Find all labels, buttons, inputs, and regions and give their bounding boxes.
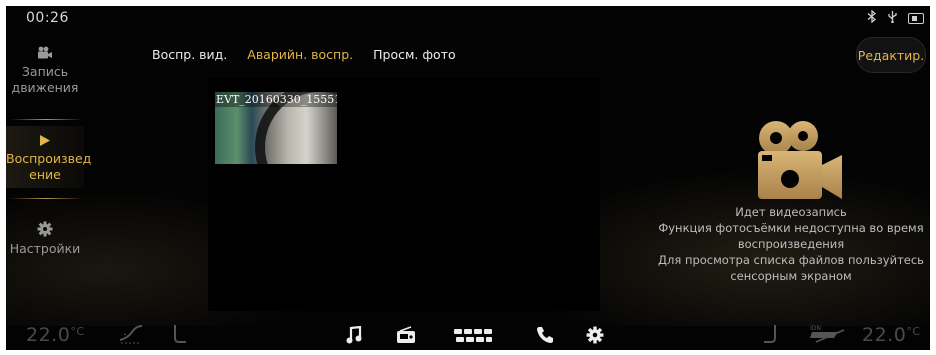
radio-icon[interactable] <box>396 326 416 348</box>
thumbnail-filename: EVT_20160330_155510 <box>215 92 337 107</box>
tab-emergency-playback[interactable]: Аварийн. воспр. <box>247 47 353 62</box>
recording-notice: Идет видеозапись Функция фотосъёмки недо… <box>646 204 930 284</box>
sidebar-item-label: Воспроизвед <box>6 151 92 166</box>
tab-video-playback[interactable]: Воспр. вид. <box>152 47 227 62</box>
sidebar: Запись движения Воспроизвед ение Настрой… <box>6 36 92 306</box>
notice-line: воспроизведения <box>737 237 845 251</box>
bluetooth-icon <box>867 9 877 27</box>
temperature-unit: °C <box>70 325 85 338</box>
notice-line: Для просмотра списка файлов пользуйтесь <box>658 253 924 267</box>
sidebar-item-label: ение <box>29 167 61 182</box>
temperature-unit: °C <box>906 325 921 338</box>
apps-icon[interactable] <box>454 328 494 347</box>
sidebar-item-label: Настройки <box>9 241 81 256</box>
battery-icon <box>908 13 924 24</box>
video-camera-icon <box>6 46 84 60</box>
svg-text:IDN: IDN <box>810 325 821 332</box>
phone-icon[interactable] <box>536 326 554 348</box>
seat-heat-right-icon[interactable] <box>762 324 778 348</box>
notice-line: Идет видеозапись <box>735 205 847 219</box>
tab-bar: Воспр. вид. Аварийн. воспр. Просм. фото <box>152 47 476 62</box>
settings-icon[interactable] <box>586 326 604 348</box>
video-camera-icon <box>752 119 844 205</box>
play-icon <box>6 134 84 147</box>
usb-icon <box>887 10 898 27</box>
tab-photo-view[interactable]: Просм. фото <box>373 47 456 62</box>
divider <box>10 119 82 120</box>
notice-line: Функция фотосъёмки недоступна во время <box>658 221 924 235</box>
fan-icon[interactable] <box>118 324 144 348</box>
gear-icon <box>6 221 84 237</box>
bottom-bar: 22.0°C IDN 22.0°C <box>6 310 930 350</box>
sidebar-item-recording[interactable]: Запись движения <box>6 46 84 102</box>
temperature-value: 22.0 <box>26 324 71 346</box>
edit-button[interactable]: Редактир. <box>856 37 926 73</box>
music-icon[interactable] <box>346 325 362 348</box>
screen: 00:26 Запись движения Воспроизвед ение Н… <box>6 6 930 350</box>
seat-heat-left-icon[interactable] <box>172 324 188 348</box>
status-time: 00:26 <box>26 10 69 26</box>
left-temperature[interactable]: 22.0°C <box>26 324 85 346</box>
video-thumbnail[interactable]: EVT_20160330_155510 <box>215 92 337 164</box>
temperature-value: 22.0 <box>862 324 907 346</box>
rear-defrost-icon[interactable]: IDN <box>808 324 848 348</box>
sidebar-item-playback[interactable]: Воспроизвед ение <box>6 126 92 188</box>
sidebar-item-settings[interactable]: Настройки <box>6 221 84 261</box>
divider <box>10 198 82 199</box>
sidebar-item-label: Запись <box>21 64 69 79</box>
status-icons <box>867 9 924 27</box>
right-temperature[interactable]: 22.0°C <box>862 324 921 346</box>
notice-line: сенсорным экраном <box>730 269 852 283</box>
sidebar-item-label: движения <box>11 80 79 95</box>
